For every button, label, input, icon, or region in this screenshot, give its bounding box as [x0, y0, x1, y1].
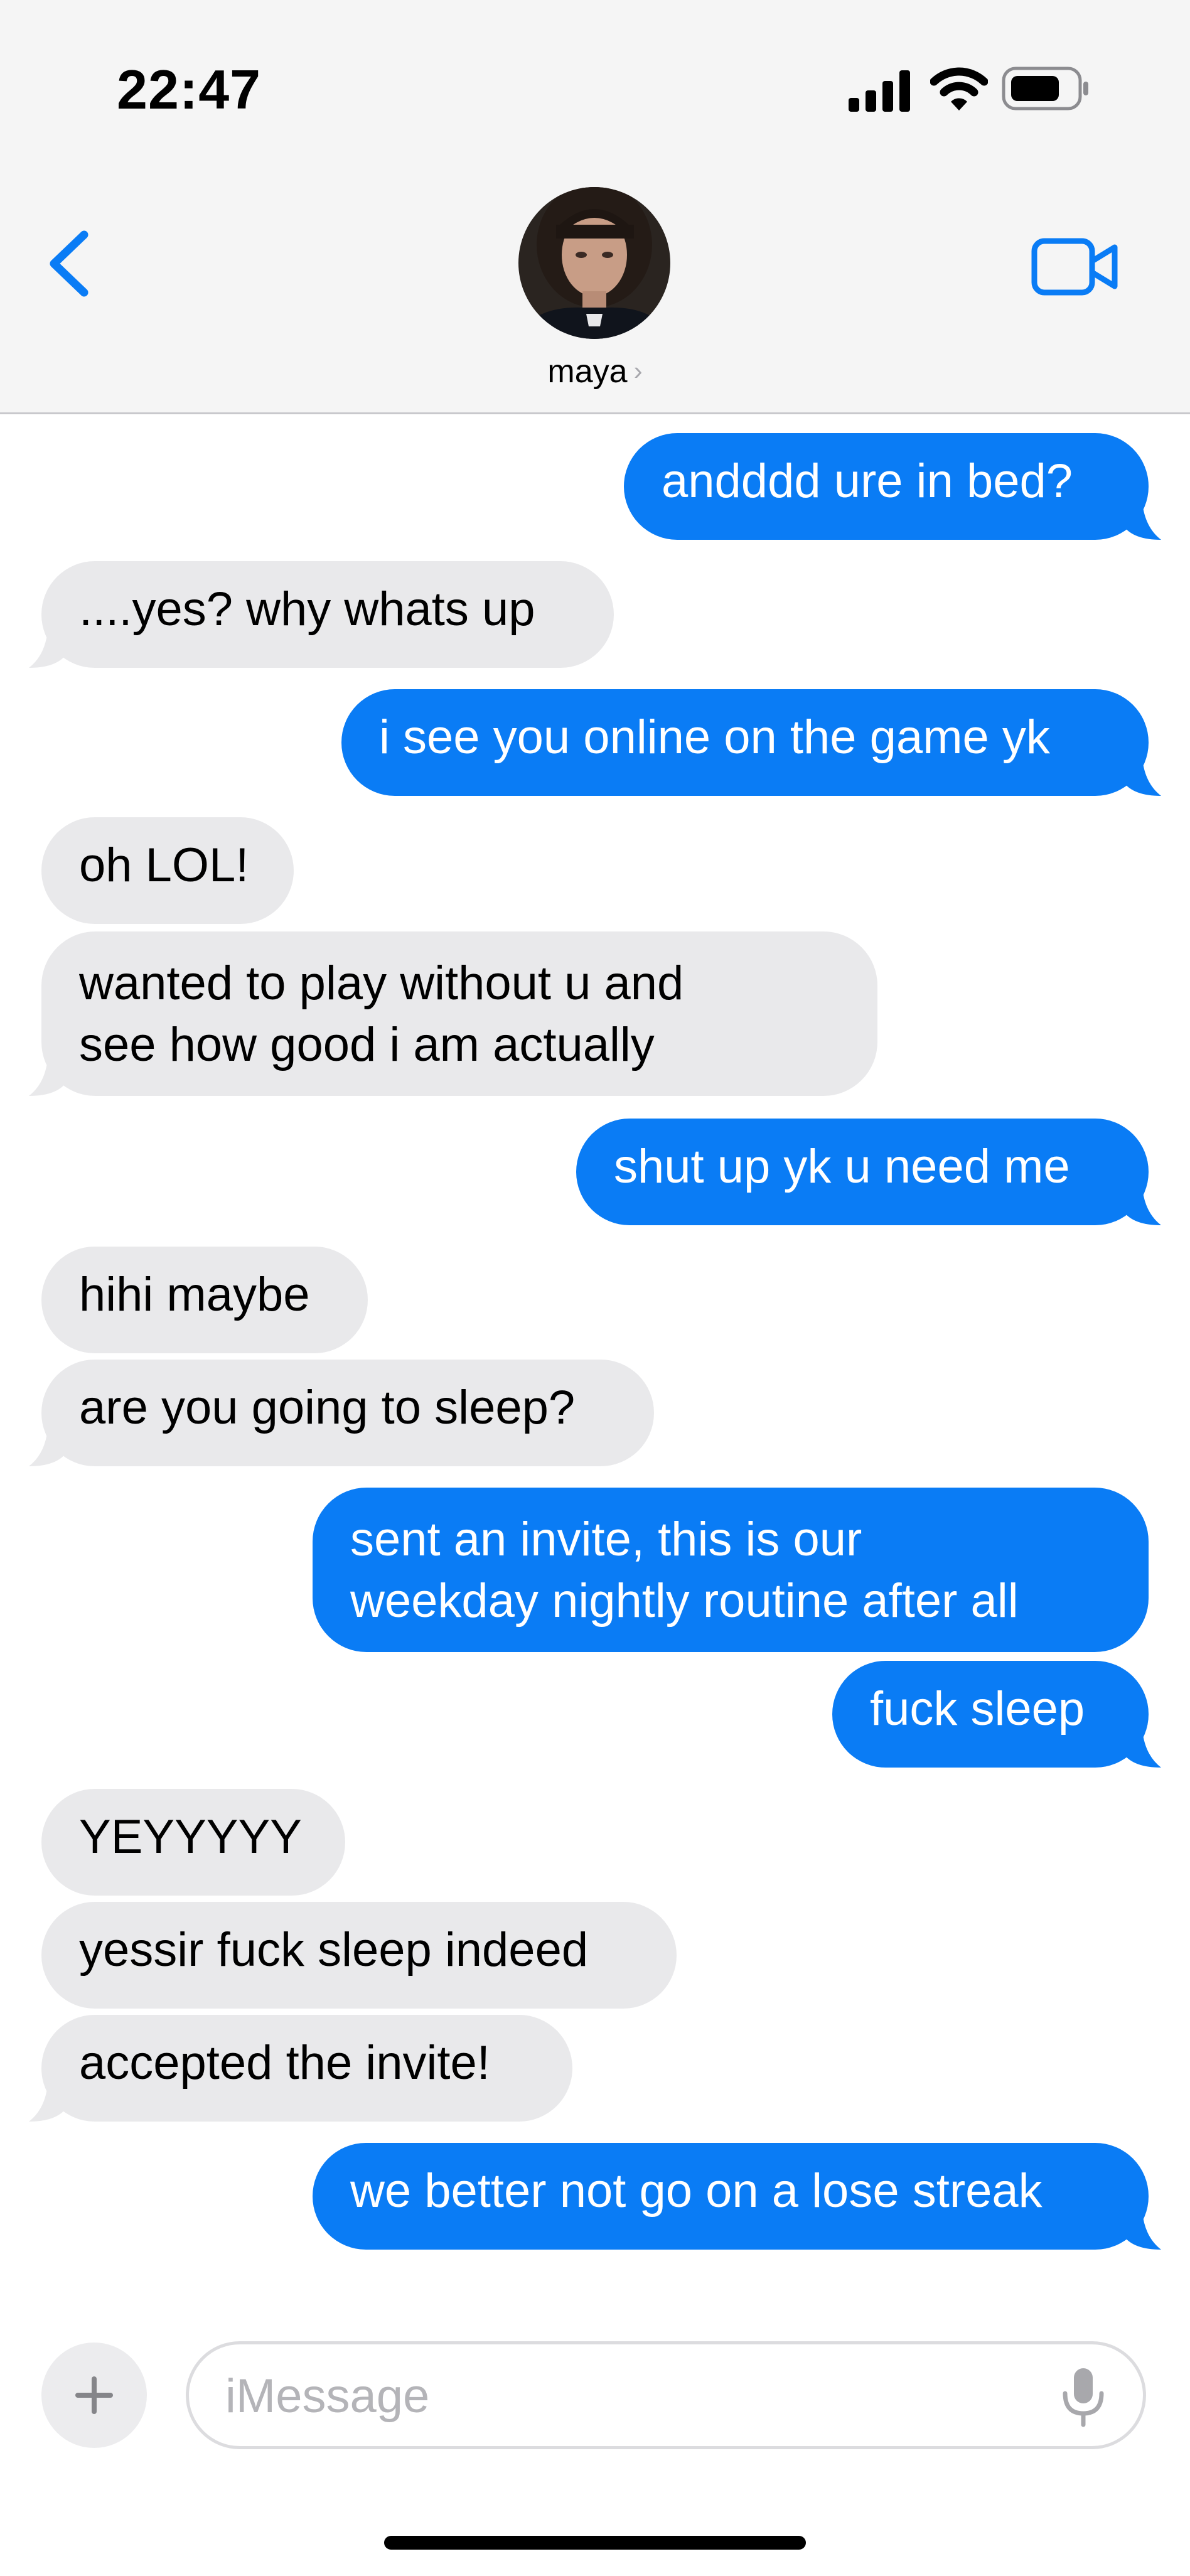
- bubble-tail: [1123, 502, 1161, 540]
- message-text: ....yes? why whats up: [79, 582, 535, 636]
- message-text: i see you online on the game yk: [379, 711, 1050, 764]
- dictation-button[interactable]: [1055, 2366, 1112, 2428]
- outgoing-message[interactable]: shut up yk u need me: [576, 1119, 1149, 1225]
- message-text-line: weekday nightly routine after all: [350, 1574, 1019, 1628]
- message-text: fuck sleep: [870, 1682, 1085, 1736]
- status-time: 22:47: [117, 58, 262, 121]
- avatar-photo: [518, 187, 670, 339]
- bubble-tail: [29, 1429, 67, 1466]
- incoming-message[interactable]: oh LOL!: [41, 817, 294, 924]
- bubble-tail: [29, 1058, 67, 1096]
- outgoing-message[interactable]: sent an invite, this is our weekday nigh…: [313, 1488, 1149, 1652]
- outgoing-message[interactable]: i see you online on the game yk: [341, 689, 1149, 796]
- back-button[interactable]: [44, 226, 100, 301]
- message-text: accepted the invite!: [79, 2036, 490, 2090]
- message-text: oh LOL!: [79, 839, 249, 892]
- message-text: are you going to sleep?: [79, 1381, 576, 1434]
- battery-icon: [1002, 67, 1088, 110]
- message-text: hihi maybe: [79, 1268, 310, 1321]
- bubble-tail: [1123, 758, 1161, 796]
- contact-name-button[interactable]: maya ›: [0, 353, 1190, 390]
- messages-screen: 22:47 maya › andddd ure in bed? ....yes?…: [0, 0, 1190, 2576]
- outgoing-message[interactable]: andddd ure in bed?: [624, 433, 1149, 540]
- contact-name: maya: [547, 353, 628, 390]
- microphone-icon: [1063, 2368, 1104, 2427]
- message-input-container[interactable]: [186, 2341, 1146, 2449]
- video-camera-icon: [1031, 238, 1118, 296]
- bubble-tail: [1123, 1730, 1161, 1768]
- chevron-left-icon: [50, 230, 88, 297]
- incoming-message[interactable]: yessir fuck sleep indeed: [41, 1902, 677, 2009]
- message-text: we better not go on a lose streak: [350, 2164, 1043, 2218]
- message-text: yessir fuck sleep indeed: [79, 1923, 589, 1977]
- bubble-tail: [1123, 2212, 1161, 2250]
- facetime-video-button[interactable]: [1029, 232, 1123, 301]
- incoming-message[interactable]: YEYYYYY: [41, 1789, 345, 1896]
- incoming-message[interactable]: hihi maybe: [41, 1247, 368, 1353]
- home-indicator[interactable]: [384, 2536, 806, 2550]
- chevron-right-icon: ›: [633, 356, 643, 385]
- message-text-line: wanted to play without u and: [79, 957, 684, 1010]
- wifi-icon: [930, 67, 988, 110]
- bubble-tail: [29, 2084, 67, 2122]
- outgoing-message[interactable]: fuck sleep: [832, 1661, 1149, 1768]
- add-attachment-button[interactable]: [41, 2343, 147, 2448]
- cellular-signal-icon: [849, 70, 910, 112]
- conversation-header: 22:47 maya ›: [0, 0, 1190, 414]
- contact-avatar[interactable]: [518, 187, 670, 339]
- bubble-tail: [1123, 1188, 1161, 1225]
- message-input[interactable]: [224, 2344, 1043, 2447]
- incoming-message[interactable]: wanted to play without u and see how goo…: [41, 931, 877, 1096]
- outgoing-message[interactable]: we better not go on a lose streak: [313, 2143, 1149, 2250]
- message-text: YEYYYYY: [79, 1810, 302, 1864]
- incoming-message[interactable]: ....yes? why whats up: [41, 561, 614, 668]
- message-text-line: see how good i am actually: [79, 1018, 655, 1071]
- incoming-message[interactable]: are you going to sleep?: [41, 1360, 654, 1466]
- message-text-line: sent an invite, this is our: [350, 1513, 862, 1566]
- incoming-message[interactable]: accepted the invite!: [41, 2015, 572, 2122]
- message-text: shut up yk u need me: [614, 1140, 1070, 1193]
- bubble-tail: [29, 630, 67, 668]
- message-text: andddd ure in bed?: [662, 454, 1073, 508]
